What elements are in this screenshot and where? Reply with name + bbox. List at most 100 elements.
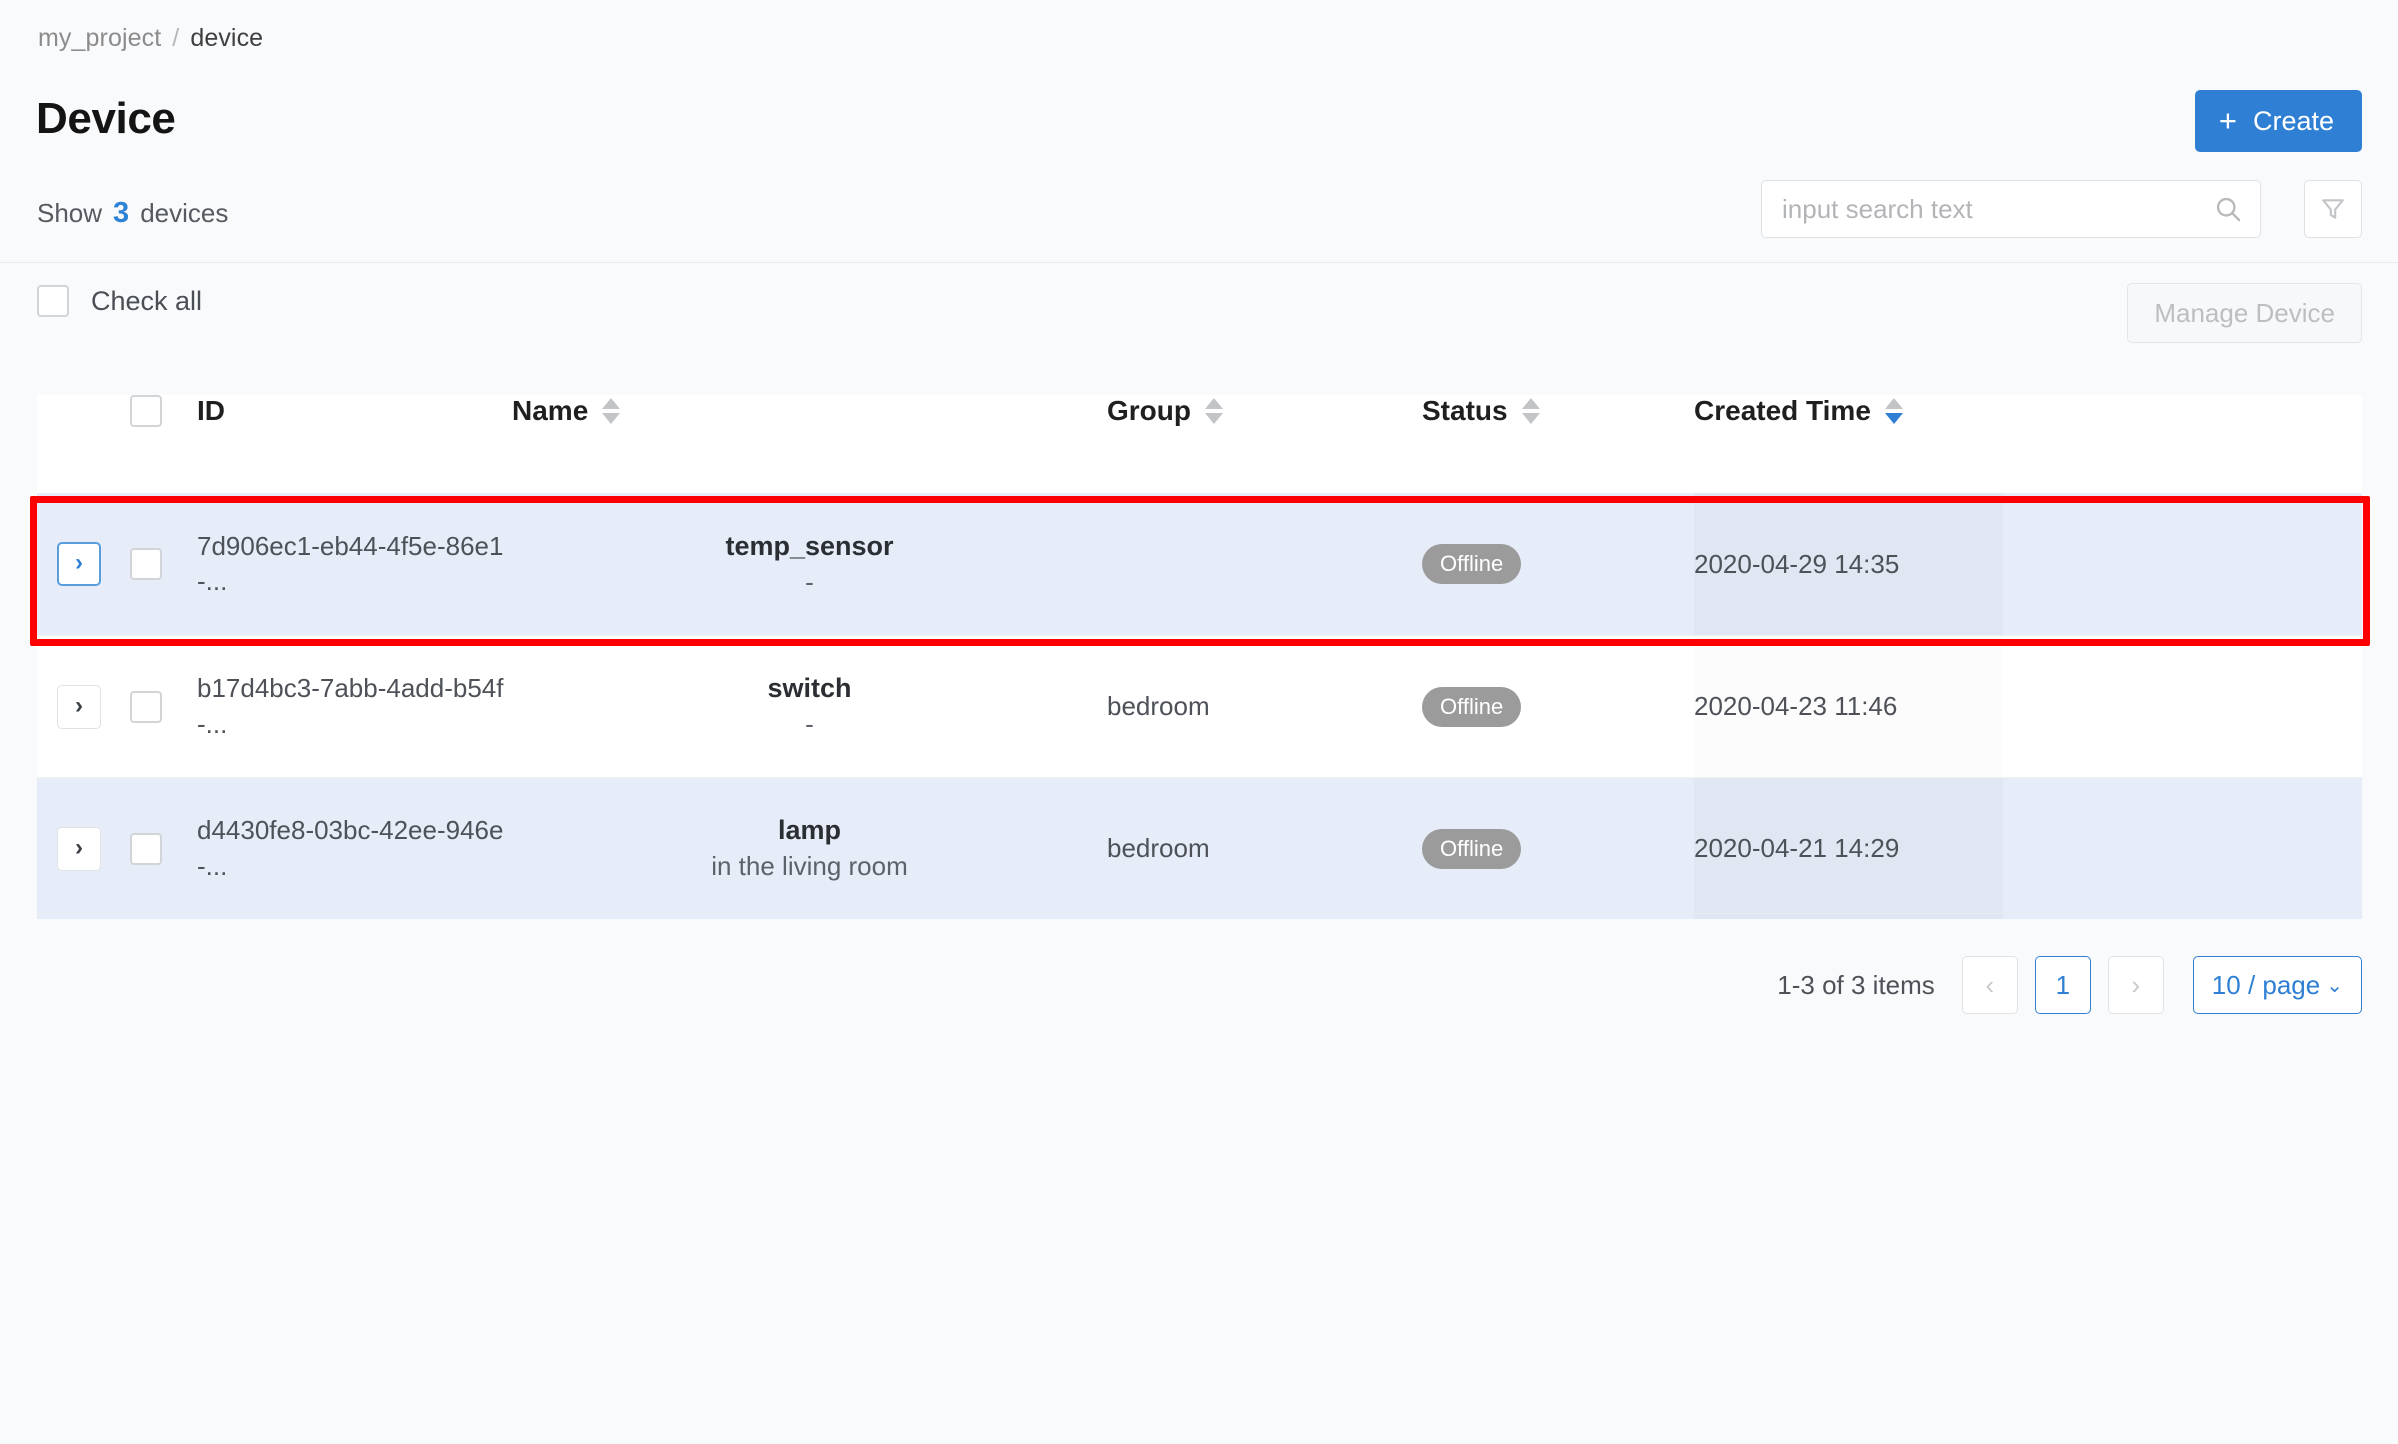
sort-icon-name[interactable] <box>602 398 621 424</box>
table-body: › 7d906ec1-eb44-4f5e-86e1-... temp_senso… <box>37 493 2362 919</box>
device-name: lamp <box>777 815 842 846</box>
table-header-row: ID Name Group Status Created Time <box>37 395 2362 427</box>
row-group-cell <box>1107 493 1422 635</box>
header-cell-created-time[interactable]: Created Time <box>1694 395 2003 427</box>
expand-row-button[interactable]: › <box>57 826 101 871</box>
row-select-cell <box>105 493 197 635</box>
check-all-label: Check all <box>91 285 203 316</box>
check-all-control[interactable]: Check all <box>37 285 202 317</box>
row-actions-cell <box>2003 636 2362 777</box>
row-status-cell: Offline <box>1422 778 1694 919</box>
row-select-checkbox[interactable] <box>130 832 162 865</box>
row-id-cell: b17d4bc3-7abb-4add-b54f-... <box>197 636 512 777</box>
row-name-cell: lamp in the living room <box>512 778 1107 919</box>
pagination-page-1[interactable]: 1 <box>2034 956 2091 1014</box>
device-created-time: 2020-04-23 11:46 <box>1694 691 1898 721</box>
device-description: - <box>805 566 814 597</box>
row-id-cell: d4430fe8-03bc-42ee-946e-... <box>197 778 512 919</box>
header-cell-id: ID <box>197 395 512 427</box>
header-label-name: Name <box>512 395 589 426</box>
status-badge: Offline <box>1422 544 1522 584</box>
pagination-prev-button[interactable]: ‹ <box>1961 956 2018 1014</box>
sort-icon-status[interactable] <box>1521 398 1540 424</box>
check-all-checkbox[interactable] <box>37 285 69 317</box>
header-select-all-checkbox[interactable] <box>130 395 162 427</box>
breadcrumb-parent[interactable]: my_project <box>38 24 161 53</box>
row-group-cell: bedroom <box>1107 636 1422 777</box>
search-box[interactable] <box>1761 180 2261 238</box>
chevron-down-icon: ⌄ <box>2326 975 2343 997</box>
row-created-time-cell: 2020-04-23 11:46 <box>1694 636 2003 777</box>
device-count-value: 3 <box>113 197 130 229</box>
show-prefix-label: Show <box>37 198 103 228</box>
header-cell-select <box>105 395 197 427</box>
header-cell-status[interactable]: Status <box>1422 395 1694 427</box>
row-select-checkbox[interactable] <box>130 690 162 723</box>
row-created-time-cell: 2020-04-21 14:29 <box>1694 778 2003 919</box>
status-badge: Offline <box>1422 686 1522 727</box>
row-name-cell: temp_sensor - <box>512 493 1107 635</box>
row-actions-cell <box>2003 493 2362 635</box>
breadcrumb-separator: / <box>172 24 180 52</box>
manage-device-button[interactable]: Manage Device <box>2127 283 2362 343</box>
device-name: temp_sensor <box>725 530 894 561</box>
sort-icon-created-time[interactable] <box>1884 398 1903 424</box>
device-table: ID Name Group Status Created Time › 7d90… <box>37 395 2362 919</box>
table-row[interactable]: › b17d4bc3-7abb-4add-b54f-... switch - b… <box>37 635 2362 777</box>
header-cell-expand <box>37 395 105 427</box>
create-button[interactable]: + Create <box>2194 90 2362 152</box>
table-bottom-divider <box>37 913 2362 914</box>
filter-icon <box>2322 199 2344 219</box>
page-title: Device <box>36 94 176 143</box>
row-select-checkbox[interactable] <box>130 548 162 580</box>
device-group: bedroom <box>1107 833 1210 863</box>
header-cell-group[interactable]: Group <box>1107 395 1422 427</box>
row-status-cell: Offline <box>1422 493 1694 635</box>
pagination-next-button[interactable]: › <box>2107 956 2164 1014</box>
row-group-cell: bedroom <box>1107 778 1422 919</box>
page-size-label: 10 / page <box>2211 969 2321 1000</box>
breadcrumb: my_project / device <box>38 24 263 53</box>
row-id-cell: 7d906ec1-eb44-4f5e-86e1-... <box>197 493 512 635</box>
row-name-cell: switch - <box>512 636 1107 777</box>
search-icon[interactable] <box>2214 195 2242 223</box>
pagination: 1-3 of 3 items ‹ 1 › 10 / page ⌄ <box>1777 956 2362 1014</box>
header-cell-name[interactable]: Name <box>512 395 1107 427</box>
filter-button[interactable] <box>2304 180 2362 238</box>
plus-icon: + <box>2218 102 2237 138</box>
header-label-id: ID <box>197 395 225 426</box>
show-suffix-label: devices <box>140 198 229 228</box>
device-id: b17d4bc3-7abb-4add-b54f-... <box>197 673 504 739</box>
expand-row-button[interactable]: › <box>57 684 101 729</box>
row-created-time-cell: 2020-04-29 14:35 <box>1694 493 2003 635</box>
row-expand-cell: › <box>37 636 105 777</box>
device-group: bedroom <box>1107 691 1210 721</box>
row-select-cell <box>105 636 197 777</box>
header-label-group: Group <box>1107 395 1191 426</box>
header-label-status: Status <box>1422 395 1508 426</box>
table-row[interactable]: › 7d906ec1-eb44-4f5e-86e1-... temp_senso… <box>37 493 2362 635</box>
device-description: in the living room <box>711 851 908 882</box>
table-row[interactable]: › d4430fe8-03bc-42ee-946e-... lamp in th… <box>37 777 2362 919</box>
breadcrumb-current[interactable]: device <box>190 24 263 53</box>
header-divider <box>0 262 2398 263</box>
page-size-select[interactable]: 10 / page ⌄ <box>2192 956 2362 1014</box>
device-id: d4430fe8-03bc-42ee-946e-... <box>197 815 504 881</box>
device-description: - <box>805 709 814 740</box>
row-select-cell <box>105 778 197 919</box>
row-actions-cell <box>2003 778 2362 919</box>
row-expand-cell: › <box>37 778 105 919</box>
device-created-time: 2020-04-21 14:29 <box>1694 833 1900 863</box>
expand-row-button[interactable]: › <box>57 542 101 586</box>
device-count-summary: Show 3 devices <box>37 197 228 230</box>
device-id: 7d906ec1-eb44-4f5e-86e1-... <box>197 530 504 596</box>
device-list-page: my_project / device Device Show 3 device… <box>0 0 2398 1444</box>
table-header: ID Name Group Status Created Time <box>37 395 2362 493</box>
header-cell-actions <box>2003 395 2362 427</box>
pagination-total: 1-3 of 3 items <box>1777 969 1935 1000</box>
sort-icon-group[interactable] <box>1205 398 1223 424</box>
search-input[interactable] <box>1782 193 2214 225</box>
status-badge: Offline <box>1422 828 1522 869</box>
row-status-cell: Offline <box>1422 636 1694 777</box>
device-name: switch <box>767 673 852 704</box>
